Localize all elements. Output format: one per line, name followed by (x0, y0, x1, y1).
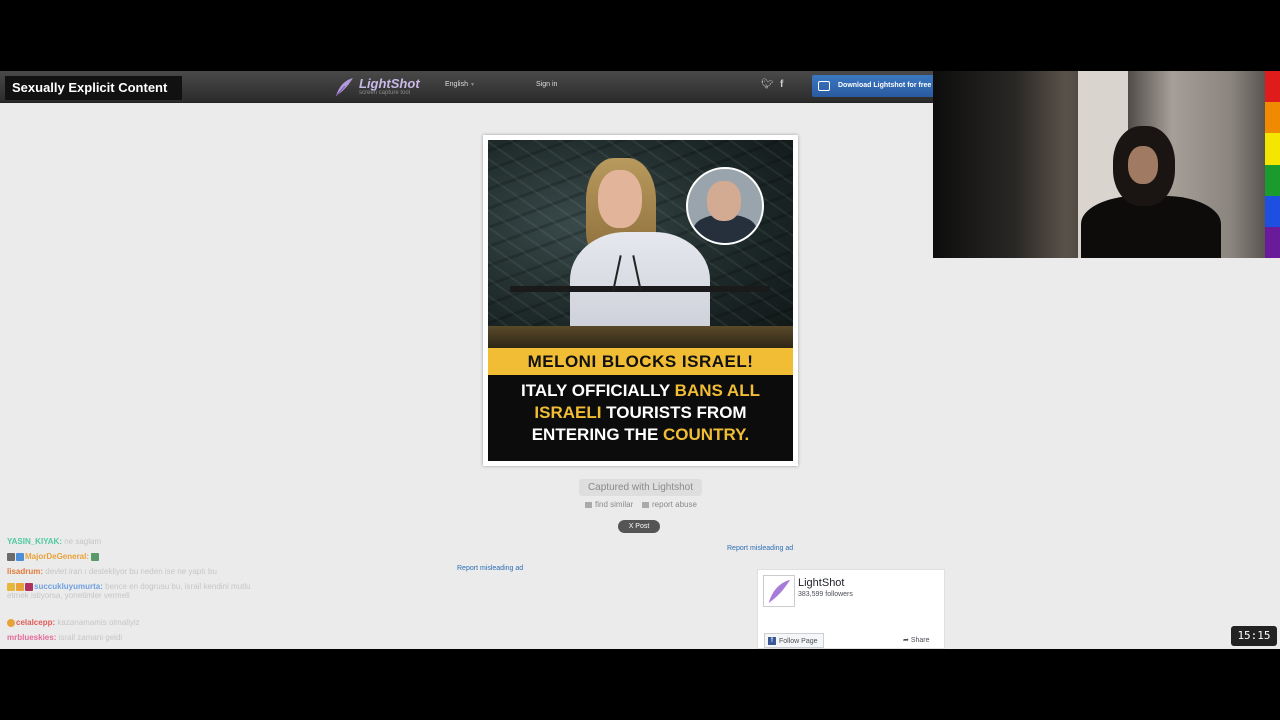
logo-text: LightShot (359, 76, 420, 91)
content-warning-label: Sexually Explicit Content (5, 76, 182, 100)
image-banner: MELONI BLOCKS ISRAEL! (488, 348, 793, 375)
screenshot-image[interactable]: MELONI BLOCKS ISRAEL! ITALY OFFICIALLY B… (483, 135, 798, 466)
chat-user: lisadrum: (7, 567, 44, 576)
chat-user: succukluyumurta: (34, 582, 103, 591)
chat-overlay: YASIN_KIYAK: ne saglam MajorDeGeneral: l… (7, 537, 257, 648)
find-similar-link[interactable]: find similar (585, 500, 633, 509)
image-icon (585, 501, 592, 508)
report-abuse-link[interactable]: report abuse (642, 500, 697, 509)
facebook-page-widget: LightShot 383,599 followers f Follow Page… (757, 569, 945, 649)
chat-message: celalcepp: kazanamamis olmaliyiz (7, 618, 257, 633)
language-label: English (445, 81, 468, 88)
feather-icon (335, 78, 353, 97)
browser-viewport: LightShot screen capture tool English ▾ S… (0, 71, 1280, 649)
stream-clock: 15:15 (1231, 626, 1277, 646)
chat-user: YASIN_KIYAK: (7, 537, 62, 546)
webcam-overlay (933, 71, 1265, 258)
captured-with-lightshot: Captured with Lightshot (579, 479, 702, 496)
photo-area (488, 140, 793, 348)
emote-icon (91, 552, 100, 561)
report-ad-link[interactable]: Report misleading ad (457, 565, 523, 572)
crown-icon (7, 582, 15, 591)
follow-page-button[interactable]: f Follow Page (764, 633, 824, 648)
share-button[interactable]: ➦ Share (903, 633, 930, 648)
signin-link[interactable]: Sign in (536, 81, 557, 88)
chat-message: succukluyumurta: bence en dogrusu bu, is… (7, 582, 251, 600)
chat-message: MajorDeGeneral: (7, 552, 257, 567)
lightshot-logo[interactable]: LightShot screen capture tool (333, 74, 423, 100)
rainbow-bar (1265, 71, 1280, 259)
facebook-icon[interactable]: f (780, 79, 783, 90)
chat-user: mrblueskies: (7, 633, 57, 642)
language-select[interactable]: English ▾ (445, 81, 474, 88)
chat-user: MajorDeGeneral: (25, 552, 90, 561)
chevron-down-icon: ▾ (470, 82, 474, 88)
report-ad-link[interactable]: Report misleading ad (727, 545, 793, 552)
chat-user: celalcepp: (16, 618, 56, 627)
badge-icon (16, 582, 24, 591)
badge-icon (7, 552, 15, 561)
chat-message: YASIN_KIYAK: ne saglam (7, 537, 102, 546)
x-post-button[interactable]: X Post (618, 520, 660, 533)
twitter-icon[interactable]: 🐦︎ (761, 79, 774, 90)
download-icon (818, 81, 830, 91)
download-label: Download Lightshot for free (838, 82, 932, 89)
facebook-icon: f (768, 637, 776, 645)
badge-icon (16, 552, 24, 561)
image-headline: ITALY OFFICIALLY BANS ALL ISRAELI TOURIS… (488, 375, 793, 461)
flag-icon (642, 501, 649, 508)
badge-icon (7, 618, 15, 627)
fb-followers: 383,599 followers (798, 591, 853, 598)
lightshot-feather-icon (763, 575, 795, 607)
inset-portrait (686, 167, 764, 245)
badge-icon (25, 582, 33, 591)
fb-page-name[interactable]: LightShot (798, 577, 844, 589)
chat-message: lisadrum: devlet iran ı destekliyor bu n… (7, 567, 217, 576)
chat-message: mrblueskies: israil zamani geldi (7, 633, 123, 642)
logo-subtitle: screen capture tool (359, 90, 411, 96)
